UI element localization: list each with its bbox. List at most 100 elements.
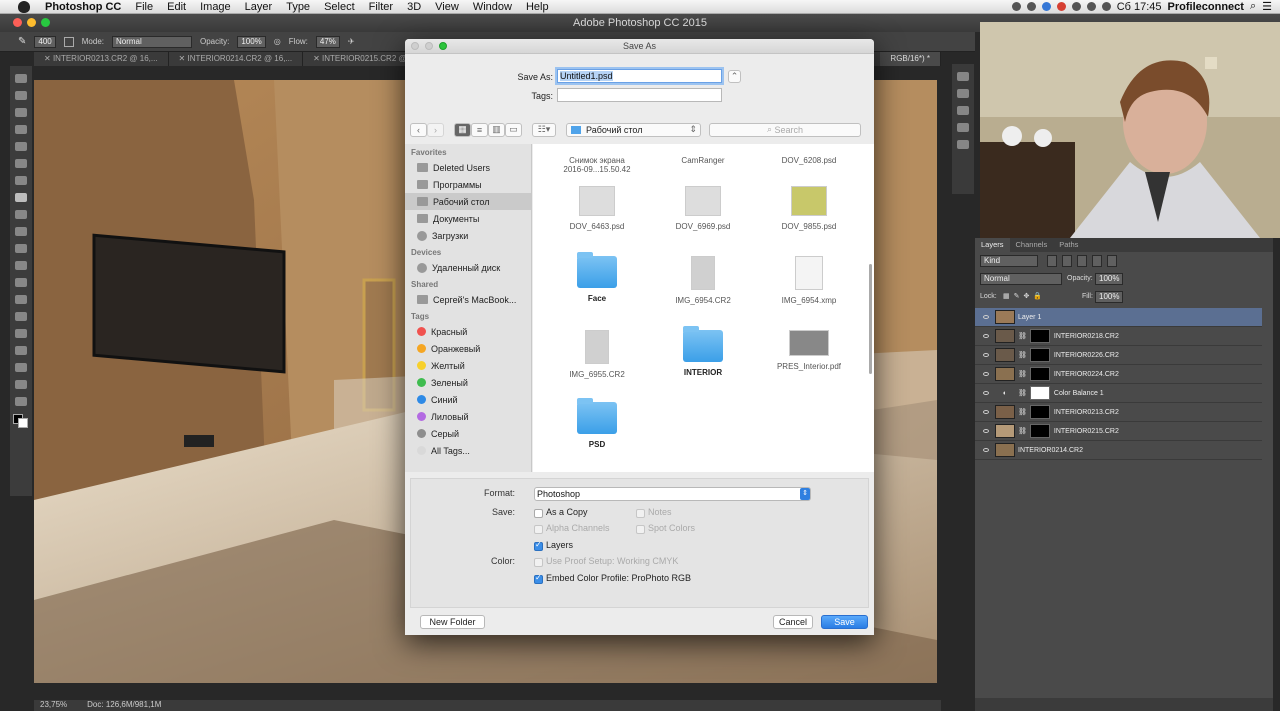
mode-select[interactable]: Normal [111,35,192,48]
brush-tool-icon[interactable]: ✎ [18,36,26,47]
eye-icon[interactable] [983,353,989,357]
sidebar-item[interactable]: Удаленный диск [405,259,531,276]
sidebar-tag-item[interactable]: Красный [405,323,531,340]
healing-tool-icon[interactable] [15,176,27,185]
layer-row[interactable]: Layer 1 [975,308,1262,327]
properties-panel-icon[interactable] [957,106,969,115]
menu-app-name[interactable]: Photoshop CC [38,1,128,13]
layer-mask[interactable] [1029,348,1050,362]
layer-name[interactable]: Color Balance 1 [1054,390,1104,397]
eyedropper-tool-icon[interactable] [15,159,27,168]
blend-mode-select[interactable]: Normal [980,273,1062,285]
file-item[interactable]: DOV_6969.psd [653,186,753,231]
icon-view-button[interactable]: ▦ [454,122,471,137]
doc-size[interactable]: Doc: 126,6M/981,1M [87,700,161,711]
zoom-window-button[interactable] [41,18,50,27]
filter-adjust-icon[interactable] [1062,255,1072,267]
layer-filter-kind[interactable]: Kind [980,255,1038,267]
layer-name[interactable]: INTERIOR0218.CR2 [1054,333,1119,340]
sidebar-item[interactable]: Документы [405,210,531,227]
file-item[interactable]: DOV_6208.psd [759,144,859,165]
stamp-tool-icon[interactable] [15,210,27,219]
layer-row[interactable]: ⛓ INTERIOR0224.CR2 [975,365,1262,384]
file-item[interactable]: IMG_6954.CR2 [653,256,753,305]
menu-image[interactable]: Image [193,1,238,13]
layer-row[interactable]: ◐ ⛓ Color Balance 1 [975,384,1262,403]
layer-row[interactable]: ⛓ INTERIOR0215.CR2 [975,422,1262,441]
sidebar-tag-item[interactable]: All Tags... [405,442,531,459]
layer-row[interactable]: ⛓ INTERIOR0226.CR2 [975,346,1262,365]
move-tool-icon[interactable] [15,74,27,83]
sidebar-item[interactable]: Загрузки [405,227,531,244]
eye-icon[interactable] [983,334,989,338]
marquee-tool-icon[interactable] [15,91,27,100]
opacity-field[interactable]: 100% [237,35,266,48]
tags-input[interactable] [557,88,722,102]
menu-type[interactable]: Type [279,1,317,13]
filter-shape-icon[interactable] [1092,255,1102,267]
filter-smart-icon[interactable] [1107,255,1117,267]
layer-row[interactable]: ⛓ INTERIOR0213.CR2 [975,403,1262,422]
sidebar-tag-item[interactable]: Синий [405,391,531,408]
save-button[interactable]: Save [821,615,868,629]
zoom-tool-icon[interactable] [15,397,27,406]
as-copy-checkbox[interactable] [534,509,543,518]
eraser-tool-icon[interactable] [15,244,27,253]
menu-filter[interactable]: Filter [362,1,400,13]
brush-size[interactable]: 400 [34,35,56,48]
styles-panel-icon[interactable] [957,123,969,132]
tab-layers[interactable]: Layers [975,238,1010,252]
adjustments-panel-icon[interactable] [957,89,969,98]
spotlight-icon[interactable]: ⌕ [1250,0,1256,13]
sidebar-item[interactable]: Сергей's MacBook... [405,291,531,308]
spot-colors-checkbox[interactable] [636,525,645,534]
pressure-opacity-icon[interactable]: ◎ [274,37,281,46]
layer-row[interactable]: INTERIOR0214.CR2 [975,441,1262,460]
dialog-zoom-button[interactable] [439,42,447,50]
battery-icon[interactable] [1101,2,1111,11]
file-item[interactable]: PRES_Interior.pdf [759,330,859,371]
sidebar-item-selected[interactable]: Рабочий стол [405,193,531,210]
menu-window[interactable]: Window [466,1,519,13]
tab-channels[interactable]: Channels [1010,238,1054,252]
arrange-button[interactable]: ☷▾ [532,122,556,137]
lasso-tool-icon[interactable] [15,108,27,117]
status-icon[interactable] [1011,2,1021,11]
file-scrollbar[interactable] [869,264,872,374]
sidebar-item[interactable]: Программы [405,176,531,193]
zoom-level[interactable]: 23,75% [40,700,67,711]
apple-icon[interactable] [18,0,30,13]
dialog-close-button[interactable] [411,42,419,50]
dialog-minimize-button[interactable] [425,42,433,50]
format-select[interactable]: Photoshop ⇕ [534,487,811,501]
path-select-tool-icon[interactable] [15,346,27,355]
doc-tab-active[interactable]: RGB/16*) * [880,52,941,66]
menubar-user[interactable]: Profileconnect [1168,1,1244,13]
expand-dialog-button[interactable]: ⌃ [728,70,741,83]
layer-mask[interactable] [1029,424,1050,438]
file-item[interactable]: INTERIOR [653,326,753,377]
menubar-clock[interactable]: Сб 17:45 [1117,1,1162,13]
brush-panel-icon[interactable] [63,36,74,47]
crop-tool-icon[interactable] [15,142,27,151]
eye-icon[interactable] [983,315,989,319]
flow-field[interactable]: 47% [315,35,340,48]
layer-name[interactable]: INTERIOR0215.CR2 [1054,428,1119,435]
quick-select-tool-icon[interactable] [15,125,27,134]
layer-name[interactable]: Layer 1 [1018,314,1041,321]
search-field[interactable]: ⌕ Search [709,122,861,137]
layer-name[interactable]: INTERIOR0226.CR2 [1054,352,1119,359]
sidebar-tag-item[interactable]: Серый [405,425,531,442]
eye-icon[interactable] [983,391,989,395]
color-swatches[interactable] [13,414,29,428]
filter-type-icon[interactable] [1077,255,1087,267]
blur-tool-icon[interactable] [15,278,27,287]
sidebar-tag-item[interactable]: Лиловый [405,408,531,425]
layers-checkbox[interactable] [534,540,543,551]
file-item[interactable]: IMG_6955.CR2 [547,330,647,379]
tab-paths[interactable]: Paths [1053,238,1084,252]
gradient-tool-icon[interactable] [15,261,27,270]
eye-icon[interactable] [983,372,989,376]
location-select[interactable]: Рабочий стол ⇕ [566,122,701,137]
status-icon[interactable] [1041,2,1051,11]
